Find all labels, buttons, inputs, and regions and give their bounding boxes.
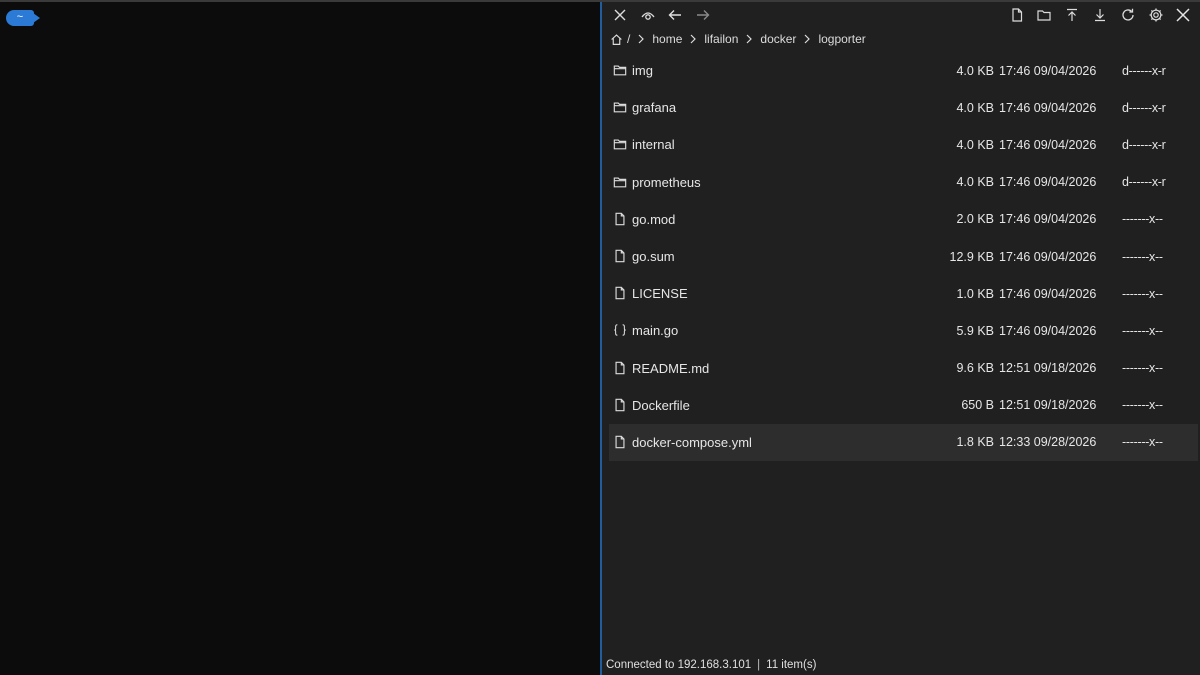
folder-icon xyxy=(612,174,628,190)
close-icon[interactable] xyxy=(611,6,629,24)
chevron-right-icon xyxy=(803,34,811,44)
breadcrumb-docker[interactable]: docker xyxy=(760,32,796,46)
file-icon xyxy=(612,360,628,376)
breadcrumb-root[interactable]: / xyxy=(627,32,630,46)
close-panel-icon[interactable] xyxy=(1174,6,1192,24)
arrow-right-icon[interactable] xyxy=(694,6,712,24)
settings-icon[interactable] xyxy=(1147,6,1165,24)
file-row[interactable]: prometheus 4.0 KB 17:46 09/04/2026 d------x… xyxy=(609,164,1198,201)
refresh-icon[interactable] xyxy=(1119,6,1137,24)
file-permissions: d------x-r xyxy=(1122,137,1166,152)
new-folder-icon[interactable] xyxy=(1035,6,1053,24)
status-bar: Connected to 192.168.3.101 | 11 item(s) xyxy=(606,657,816,673)
file-permissions: -------x-- xyxy=(1122,286,1163,301)
file-size: 1.0 KB xyxy=(956,286,994,301)
file-row[interactable]: docker-compose.yml 1.8 KB 12:33 09/28/2026… xyxy=(609,423,1198,462)
file-name: grafana xyxy=(632,100,677,116)
file-icon xyxy=(612,434,628,450)
file-name: main.go xyxy=(632,323,679,339)
file-date: 17:46 09/04/2026 xyxy=(999,175,1097,190)
file-row[interactable]: go.sum 12.9 KB 17:46 09/04/2026 -------x-- xyxy=(609,238,1198,275)
folder-icon xyxy=(612,99,628,115)
file-date: 17:46 09/04/2026 xyxy=(999,323,1097,338)
file-size: 4.0 KB xyxy=(956,137,994,152)
file-row[interactable]: go.mod 2.0 KB 17:46 09/04/2026 -------x-- xyxy=(609,201,1198,238)
file-date: 12:51 09/18/2026 xyxy=(999,361,1097,376)
sftp-toolbar xyxy=(602,2,1200,30)
file-size: 1.8 KB xyxy=(956,435,994,450)
file-size: 5.9 KB xyxy=(956,323,994,338)
file-date: 17:46 09/04/2026 xyxy=(999,137,1097,152)
chevron-right-icon xyxy=(689,34,697,44)
breadcrumb-home[interactable]: home xyxy=(652,32,682,46)
file-permissions: -------x-- xyxy=(1122,212,1163,227)
file-name: go.sum xyxy=(632,249,675,265)
file-size: 4.0 KB xyxy=(956,100,994,115)
file-date: 12:51 09/18/2026 xyxy=(999,398,1097,413)
file-date: 17:46 09/04/2026 xyxy=(999,212,1097,227)
file-size: 4.0 KB xyxy=(956,175,994,190)
file-permissions: -------x-- xyxy=(1122,323,1163,338)
breadcrumb-logporter[interactable]: logporter xyxy=(818,32,865,46)
file-name: go.mod xyxy=(632,211,676,227)
item-count: 11 item(s) xyxy=(766,659,817,671)
home-icon[interactable] xyxy=(610,33,623,46)
file-row[interactable]: main.go 5.9 KB 17:46 09/04/2026 -------x-- xyxy=(609,312,1198,349)
file-name: internal xyxy=(632,137,675,153)
file-date: 12:33 09/28/2026 xyxy=(999,435,1097,450)
status-separator: | xyxy=(757,659,761,671)
terminal-pane[interactable]: ~ xyxy=(0,2,600,675)
file-size: 12.9 KB xyxy=(949,249,994,264)
file-permissions: -------x-- xyxy=(1122,398,1163,413)
file-name: LICENSE xyxy=(632,286,688,302)
file-icon xyxy=(612,248,628,264)
file-size: 2.0 KB xyxy=(956,212,994,227)
file-row[interactable]: grafana 4.0 KB 17:46 09/04/2026 d------x-r xyxy=(609,89,1198,126)
breadcrumb-lifailon[interactable]: lifailon xyxy=(704,32,738,46)
file-row[interactable]: LICENSE 1.0 KB 17:46 09/04/2026 -------x-- xyxy=(609,275,1198,312)
file-permissions: d------x-r xyxy=(1122,100,1166,115)
eye-icon[interactable] xyxy=(639,6,657,24)
file-size: 650 B xyxy=(961,398,994,413)
file-list: img 4.0 KB 17:46 09/04/2026 d------x-r grafa… xyxy=(609,52,1198,462)
file-row[interactable]: Dockerfile 650 B 12:51 09/18/2026 -------x-… xyxy=(609,387,1198,424)
file-date: 17:46 09/04/2026 xyxy=(999,249,1097,264)
code-icon xyxy=(612,322,628,338)
file-name: img xyxy=(632,63,653,79)
file-date: 17:46 09/04/2026 xyxy=(999,63,1097,78)
sftp-panel: / home lifailon docker logporter img 4.0 … xyxy=(602,2,1200,675)
file-name: docker-compose.yml xyxy=(632,434,752,450)
file-name: prometheus xyxy=(632,174,701,190)
file-permissions: -------x-- xyxy=(1122,361,1163,376)
chevron-right-icon xyxy=(745,34,753,44)
file-permissions: d------x-r xyxy=(1122,175,1166,190)
file-permissions: -------x-- xyxy=(1122,435,1163,450)
file-date: 17:46 09/04/2026 xyxy=(999,286,1097,301)
connection-status: Connected to 192.168.3.101 xyxy=(606,659,752,671)
file-size: 9.6 KB xyxy=(956,361,994,376)
file-name: README.md xyxy=(632,360,710,376)
file-row[interactable]: README.md 9.6 KB 12:51 09/18/2026 -------x-… xyxy=(609,350,1198,387)
file-icon xyxy=(612,211,628,227)
arrow-left-icon[interactable] xyxy=(666,6,684,24)
file-date: 17:46 09/04/2026 xyxy=(999,100,1097,115)
file-icon xyxy=(612,397,628,413)
file-row[interactable]: internal 4.0 KB 17:46 09/04/2026 d------x-r xyxy=(609,126,1198,163)
upload-icon[interactable] xyxy=(1063,6,1081,24)
file-icon xyxy=(612,285,628,301)
download-icon[interactable] xyxy=(1091,6,1109,24)
file-permissions: d------x-r xyxy=(1122,63,1166,78)
breadcrumb: / home lifailon docker logporter xyxy=(610,29,866,49)
folder-icon xyxy=(612,62,628,78)
file-size: 4.0 KB xyxy=(956,63,994,78)
new-file-icon[interactable] xyxy=(1008,6,1026,24)
file-row[interactable]: img 4.0 KB 17:46 09/04/2026 d------x-r xyxy=(609,52,1198,89)
chevron-right-icon xyxy=(637,34,645,44)
file-name: Dockerfile xyxy=(632,397,690,413)
prompt-badge: ~ xyxy=(6,10,40,26)
folder-icon xyxy=(612,136,628,152)
file-permissions: -------x-- xyxy=(1122,249,1163,264)
